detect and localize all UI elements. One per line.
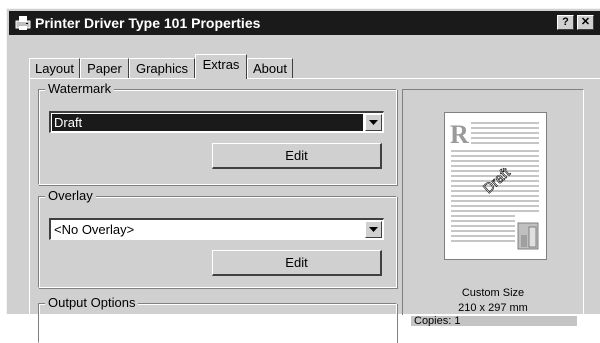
overlay-select-value: <No Overlay> — [54, 222, 135, 237]
overlay-group: Overlay <No Overlay> Edit — [38, 188, 397, 288]
title-bar[interactable]: Printer Driver Type 101 Properties ? ✕ — [9, 11, 600, 35]
overlay-dropdown-button[interactable] — [365, 221, 382, 238]
watermark-edit-button[interactable]: Edit — [212, 143, 382, 169]
preview-page-graphic: R Draft — [450, 120, 539, 250]
watermark-select-value: Draft — [52, 114, 363, 131]
output-options-group: Output Options — [38, 295, 397, 343]
watermark-group: Watermark Draft Edit — [38, 81, 397, 185]
overlay-edit-button[interactable]: Edit — [212, 250, 382, 276]
chevron-down-icon — [369, 227, 378, 232]
chevron-down-icon — [369, 120, 378, 125]
printer-icon — [14, 15, 32, 31]
overlay-group-label: Overlay — [45, 188, 96, 204]
properties-dialog: Printer Driver Type 101 Properties ? ✕ L… — [6, 8, 600, 343]
tab-paper[interactable]: Paper — [80, 58, 129, 79]
close-button[interactable]: ✕ — [577, 15, 594, 30]
preview-copies: Copies: 1 — [411, 316, 577, 326]
overlay-select[interactable]: <No Overlay> — [49, 218, 384, 240]
tab-layout[interactable]: Layout — [29, 58, 80, 79]
paper-preview: R Draft — [444, 112, 547, 260]
preview-size-dims: 210 x 297 mm — [458, 302, 528, 314]
watermark-dropdown-button[interactable] — [365, 114, 382, 131]
preview-size-name: Custom Size — [461, 287, 525, 299]
window-title: Printer Driver Type 101 Properties — [35, 15, 261, 31]
watermark-group-label: Watermark — [45, 81, 115, 97]
output-options-group-label: Output Options — [45, 295, 139, 311]
preview-logo-letter: R — [450, 120, 469, 149]
tab-extras[interactable]: Extras — [195, 54, 247, 79]
tab-graphics[interactable]: Graphics — [129, 58, 195, 79]
watermark-select[interactable]: Draft — [49, 111, 384, 133]
help-button[interactable]: ? — [557, 15, 574, 30]
preview-watermark-text: Draft — [480, 164, 513, 196]
tab-about[interactable]: About — [247, 58, 293, 79]
page-preview: R Draft Custom Size 210 x 297 mm Copies:… — [402, 89, 584, 326]
